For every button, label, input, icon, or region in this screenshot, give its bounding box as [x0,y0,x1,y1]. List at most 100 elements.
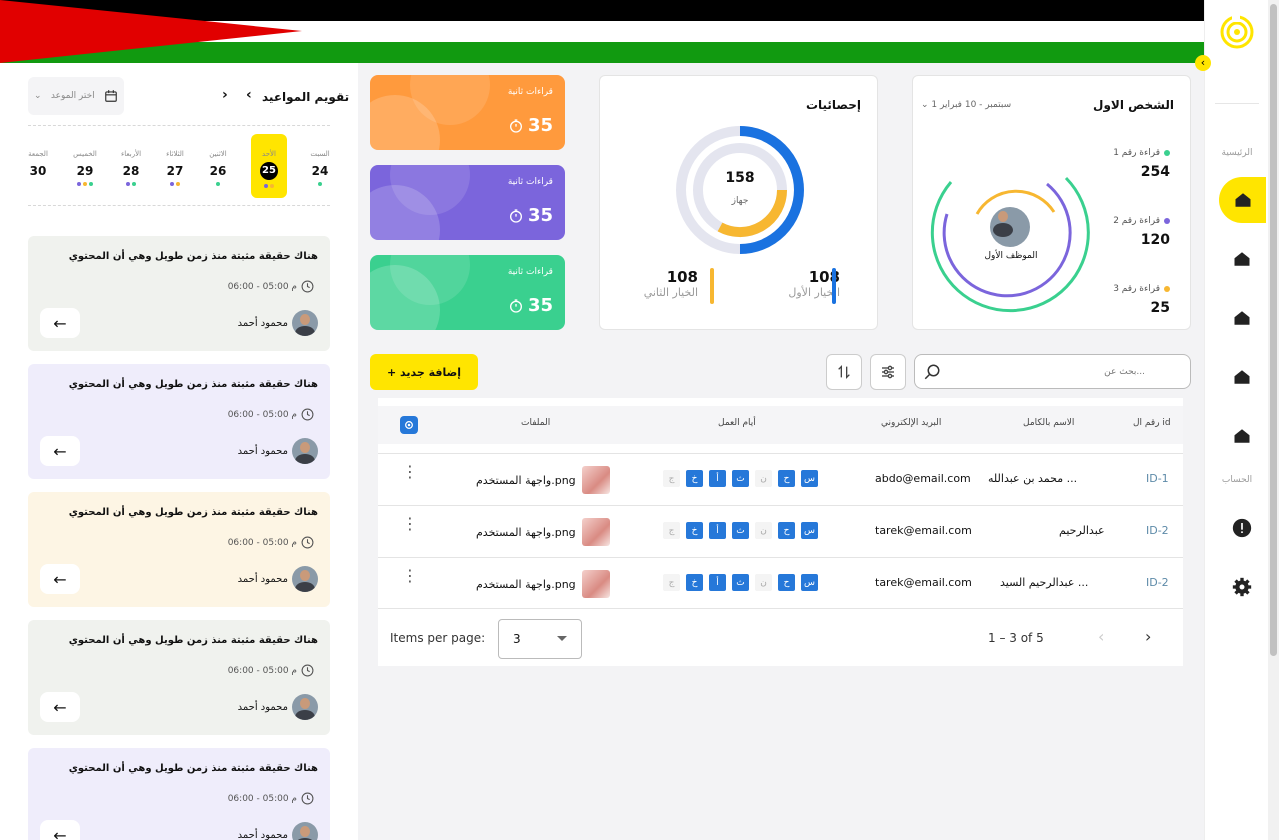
cell-id: ID-2 [1146,524,1169,537]
appointment-open-button[interactable]: ← [40,308,80,338]
appointment-open-button[interactable]: ← [40,692,80,722]
sidebar-section-main: الرئيسية [1221,148,1253,158]
work-day-chip: خ [686,574,703,591]
search-input[interactable] [945,363,1145,381]
home-icon [1234,370,1250,384]
calendar-day-tue[interactable]: الثلاثاء 27 [157,134,193,198]
work-day-chip: ج [663,574,680,591]
date-range-select[interactable]: ⌄ 1 سبتمبر - 10 فبراير [921,100,1011,110]
calendar-prev-button[interactable]: ‹ [246,87,252,103]
table-row[interactable]: ID-2 عبدالرحيم السيد ... tarek@email.com… [378,557,1183,609]
appointment-person: محمود أحمد [238,438,318,464]
sidebar-item-2[interactable] [1219,236,1265,282]
sidebar-item-settings[interactable] [1219,564,1265,610]
appointment-person: محمود أحمد [238,694,318,720]
date-picker-placeholder: اختر الموعد [50,91,95,101]
caret-down-icon [557,636,567,641]
alert-icon [1232,518,1252,538]
chevron-down-icon: ⌄ [34,91,42,101]
sidebar-item-5[interactable] [1219,413,1265,459]
sliders-icon [882,365,894,379]
cell-name: عبدالرحيم السيد ... [1000,576,1089,589]
more-options-icon[interactable]: ⋮ [402,464,418,480]
appointment-card[interactable]: هناك حقيقة مثبتة منذ زمن طويل وهي أن الم… [28,236,330,351]
arrow-left-icon: ← [53,825,67,840]
cell-work-days: جخأثنحس [663,522,818,539]
calendar-day-thu[interactable]: الخميس 29 [67,134,103,198]
filter-button[interactable] [870,354,906,390]
sort-icon [838,365,850,379]
cell-name: عبدالرحيم [1059,524,1105,537]
stat-card-orange[interactable]: قراءات ثانية 35 [370,75,565,150]
calendar-day-wed[interactable]: الأربعاء 28 [113,134,149,198]
search-icon [924,364,940,380]
stat-card-green[interactable]: قراءات ثانية 35 [370,255,565,330]
calendar-day-sat[interactable]: السبت 24 [302,134,338,198]
table-header: رقم ال id الاسم بالكامل البريد الإلكترون… [378,406,1183,444]
appointment-person: محمود أحمد [238,310,318,336]
next-page-button[interactable]: › [1145,627,1151,646]
appointment-card[interactable]: هناك حقيقة مثبتة منذ زمن طويل وهي أن الم… [28,748,330,840]
timer-icon [509,208,522,223]
more-options-icon[interactable]: ⋮ [402,516,418,532]
stat-card-label: قراءات ثانية [507,87,553,97]
sidebar-item-4[interactable] [1219,354,1265,400]
table-row[interactable]: ID-2 عبدالرحيم tarek@email.com جخأثنحس و… [378,505,1183,557]
table-row[interactable]: ID-1 محمد بن عبدالله ... abdo@email.com … [378,453,1183,505]
clock-icon [301,536,314,549]
calendar-day-fri[interactable]: الجمعة 30 [20,134,56,198]
gear-icon [405,421,413,429]
sidebar-item-alerts[interactable] [1219,505,1265,551]
cell-work-days: جخأثنحس [663,574,818,591]
appointment-title: هناك حقيقة مثبتة منذ زمن طويل وهي أن الم… [68,635,318,646]
sort-button[interactable] [826,354,862,390]
cell-work-days: جخأثنحس [663,470,818,487]
sidebar-item-3[interactable] [1219,295,1265,341]
arrow-left-icon: ← [53,697,67,717]
items-per-page-select[interactable]: 3 [498,619,582,659]
appointment-time: م 05:00 - 06:00 [228,664,314,677]
page-scrollbar-thumb[interactable] [1270,4,1277,656]
sidebar-collapse-button[interactable]: ‹ [1195,55,1211,71]
cell-file[interactable]: واجهة المستخدم.png [476,518,610,546]
table-settings-button[interactable] [400,416,418,434]
cell-file[interactable]: واجهة المستخدم.png [476,466,610,494]
search-box[interactable] [914,354,1191,389]
appointment-card[interactable]: هناك حقيقة مثبتة منذ زمن طويل وهي أن الم… [28,492,330,607]
stat-card-label: قراءات ثانية [507,177,553,187]
employee-label: الموظف الأول [984,251,1038,261]
person-card-title: الشخص الاول [1093,98,1174,112]
cell-file[interactable]: واجهة المستخدم.png [476,570,610,598]
add-new-button[interactable]: + إضافة جديد [370,354,478,390]
calendar-next-button[interactable]: › [222,87,228,103]
calendar-day-sun[interactable]: الأحد 25 [251,134,287,198]
appointment-card[interactable]: هناك حقيقة مثبتة منذ زمن طويل وهي أن الم… [28,620,330,735]
prev-page-button[interactable]: ‹ [1098,627,1104,646]
appointment-time: م 05:00 - 06:00 [228,536,314,549]
work-day-chip: ث [732,574,749,591]
calendar-day-mon[interactable]: الاثنين 26 [200,134,236,198]
cell-email: tarek@email.com [875,524,972,537]
stat-card-purple[interactable]: قراءات ثانية 35 [370,165,565,240]
statistics-title: إحصائيات [805,98,861,112]
appointment-card[interactable]: هناك حقيقة مثبتة منذ زمن طويل وهي أن الم… [28,364,330,479]
appointment-open-button[interactable]: ← [40,820,80,840]
work-day-chip: خ [686,470,703,487]
pagination-range: 1 – 3 of 5 [988,631,1044,645]
sidebar-item-home[interactable] [1219,177,1266,223]
work-day-chip: خ [686,522,703,539]
stat-card-value: 35 [508,205,553,226]
date-picker[interactable]: ⌄ اختر الموعد [28,77,124,115]
more-options-icon[interactable]: ⋮ [402,568,418,584]
header-id: رقم ال id [1133,418,1171,428]
appointment-open-button[interactable]: ← [40,564,80,594]
appointment-time: م 05:00 - 06:00 [228,280,314,293]
clock-icon [301,664,314,677]
flag-triangle [0,0,302,63]
flag-banner [0,0,1204,63]
reading-1: قراءة رقم 1 254 [1113,148,1170,180]
appointment-open-button[interactable]: ← [40,436,80,466]
avatar [292,822,318,840]
stat-card-label: قراءات ثانية [507,267,553,277]
work-day-chip: ن [755,522,772,539]
